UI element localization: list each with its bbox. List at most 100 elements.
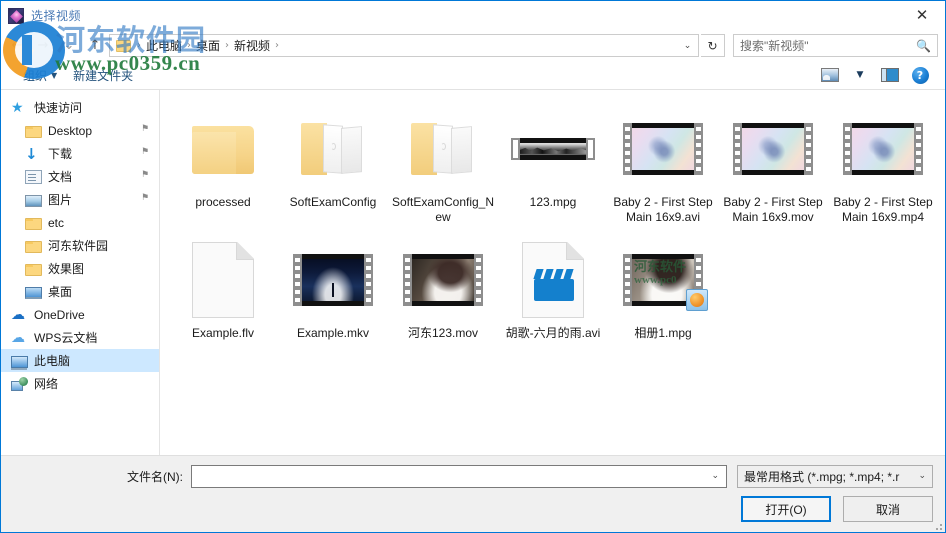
file-name-label: Baby 2 - First Step Main 16x9.mov bbox=[723, 195, 823, 224]
chevron-down-icon[interactable]: ⌄ bbox=[708, 471, 722, 481]
sidebar-item-label: 桌面 bbox=[48, 285, 73, 299]
sidebar-item-11[interactable]: 此电脑 bbox=[1, 349, 159, 372]
file-name-label: 相册1.mpg bbox=[634, 326, 692, 340]
cancel-button[interactable]: 取消 bbox=[843, 496, 933, 522]
pin-icon[interactable]: ⚑ bbox=[141, 147, 150, 158]
sidebar-item-5[interactable]: etc bbox=[1, 211, 159, 234]
sidebar-item-label: Desktop bbox=[48, 123, 93, 138]
sidebar-item-9[interactable]: ☁ OneDrive bbox=[1, 303, 159, 326]
resize-grip[interactable] bbox=[933, 521, 943, 531]
search-input[interactable]: 搜索"新视频" 🔍 bbox=[733, 34, 938, 57]
new-folder-button[interactable]: 新建文件夹 bbox=[65, 64, 141, 87]
search-icon[interactable]: 🔍 bbox=[916, 39, 931, 53]
file-thumbnail: 河东软件 www.pc0 bbox=[623, 237, 708, 323]
file-item[interactable]: Baby 2 - First Step Main 16x9.avi bbox=[608, 102, 718, 233]
pin-icon[interactable]: ⚑ bbox=[141, 193, 150, 204]
star-icon: ★ bbox=[11, 99, 24, 116]
sidebar-item-6[interactable]: 河东软件园 bbox=[1, 234, 159, 257]
file-thumbnail bbox=[843, 106, 923, 192]
sidebar-item-label: 快速访问 bbox=[34, 101, 83, 115]
view-options-dropdown[interactable]: ▼ bbox=[845, 63, 875, 87]
sidebar-item-0[interactable]: ★ 快速访问 bbox=[1, 96, 159, 119]
desktop-icon bbox=[25, 286, 42, 299]
filename-label: 文件名(N): bbox=[127, 469, 183, 484]
navigation-pane: ★ 快速访问 Desktop ⚑ ↓ 下载 ⚑ 文档 ⚑ 图片 ⚑ etc 河东软件园 效果图 桌面 ☁ One… bbox=[1, 90, 160, 455]
sidebar-item-12[interactable]: 网络 bbox=[1, 372, 159, 395]
breadcrumb-item-new-video[interactable]: 新视频 bbox=[231, 37, 273, 54]
filename-row: 文件名(N): ⌄ 最常用格式 (*.mpg; *.mp4; *.r ⌄ bbox=[1, 456, 945, 496]
generic-file-icon bbox=[192, 242, 254, 318]
file-item[interactable]: Example.flv bbox=[168, 233, 278, 349]
file-name-label: SoftExamConfig bbox=[289, 195, 377, 209]
chevron-down-icon[interactable]: ▼ bbox=[51, 71, 65, 80]
file-thumbnail bbox=[733, 106, 813, 192]
organize-button[interactable]: 组织 bbox=[15, 64, 55, 87]
video-thumbnail bbox=[511, 138, 595, 160]
file-name-label: Baby 2 - First Step Main 16x9.mp4 bbox=[833, 195, 933, 224]
view-options-button[interactable] bbox=[815, 63, 845, 87]
file-item[interactable]: 123.mpg bbox=[498, 102, 608, 233]
file-item[interactable]: SoftExamConfig bbox=[278, 102, 388, 233]
pin-icon[interactable]: ⚑ bbox=[141, 124, 150, 135]
forward-button[interactable]: → bbox=[31, 34, 55, 58]
sidebar-item-10[interactable]: ☁ WPS云文档 bbox=[1, 326, 159, 349]
video-thumbnail bbox=[843, 123, 923, 175]
breadcrumb-item-desktop[interactable]: 桌面 bbox=[193, 37, 223, 54]
sidebar-item-label: 网络 bbox=[34, 377, 59, 391]
command-toolbar: 组织 ▼ 新建文件夹 ▼ ? bbox=[1, 61, 945, 90]
toolbar-right-group: ▼ ? bbox=[815, 63, 945, 87]
thumb-watermark-url: www.pc0 bbox=[634, 274, 677, 286]
sidebar-item-2[interactable]: ↓ 下载 ⚑ bbox=[1, 142, 159, 165]
file-type-filter-select[interactable]: 最常用格式 (*.mpg; *.mp4; *.r ⌄ bbox=[737, 464, 933, 488]
sidebar-item-label: 效果图 bbox=[48, 262, 85, 276]
open-button[interactable]: 打开(O) bbox=[741, 496, 831, 522]
file-item[interactable]: 胡歌-六月的雨.avi bbox=[498, 233, 608, 349]
file-list-pane[interactable]: processed SoftExamConfig SoftExamConfig_Ne… bbox=[160, 90, 945, 455]
file-item[interactable]: processed bbox=[168, 102, 278, 233]
pin-icon[interactable]: ⚑ bbox=[141, 170, 150, 181]
sidebar-item-label: OneDrive bbox=[34, 307, 85, 322]
help-button[interactable]: ? bbox=[905, 63, 935, 87]
this-pc-icon bbox=[11, 355, 28, 370]
file-name-label: Example.mkv bbox=[296, 326, 370, 340]
file-type-filter-value: 最常用格式 (*.mpg; *.mp4; *.r bbox=[744, 469, 900, 484]
up-button[interactable]: ↑ bbox=[83, 34, 107, 58]
filename-input[interactable]: ⌄ bbox=[191, 464, 727, 488]
sidebar-item-3[interactable]: 文档 ⚑ bbox=[1, 165, 159, 188]
breadcrumb-separator: › bbox=[275, 40, 280, 51]
thumb-watermark-text: 河东软件 bbox=[634, 259, 687, 274]
preview-pane-button[interactable] bbox=[875, 63, 905, 87]
sidebar-item-label: etc bbox=[48, 215, 65, 230]
file-item[interactable]: 河东123.mov bbox=[388, 233, 498, 349]
file-thumbnail bbox=[411, 106, 475, 192]
file-item[interactable]: Baby 2 - First Step Main 16x9.mp4 bbox=[828, 102, 938, 233]
dialog-body: ★ 快速访问 Desktop ⚑ ↓ 下载 ⚑ 文档 ⚑ 图片 ⚑ etc 河东软件园 效果图 桌面 ☁ One… bbox=[1, 90, 945, 455]
back-button[interactable]: ← bbox=[5, 34, 29, 58]
recent-locations-button[interactable]: ⌄ bbox=[57, 34, 81, 58]
video-thumbnail bbox=[403, 254, 483, 306]
sidebar-item-7[interactable]: 效果图 bbox=[1, 257, 159, 280]
file-item[interactable]: Baby 2 - First Step Main 16x9.mov bbox=[718, 102, 828, 233]
sidebar-item-8[interactable]: 桌面 bbox=[1, 280, 159, 303]
sidebar-item-4[interactable]: 图片 ⚑ bbox=[1, 188, 159, 211]
file-thumbnail bbox=[301, 106, 365, 192]
view-options-icon bbox=[821, 68, 839, 82]
file-open-dialog: 选择视频 ✕ ← → ⌄ ↑ › 此电脑 › 桌面 › 新视频 › ⌄ ↻ 搜索… bbox=[0, 0, 946, 533]
chevron-down-icon[interactable]: ⌄ bbox=[679, 35, 696, 56]
sidebar-item-label: 图片 bbox=[48, 193, 73, 207]
file-item[interactable]: Example.mkv bbox=[278, 233, 388, 349]
breadcrumb-item-this-pc[interactable]: 此电脑 bbox=[143, 37, 185, 54]
file-name-label: processed bbox=[195, 195, 251, 209]
file-item[interactable]: SoftExamConfig_New bbox=[388, 102, 498, 233]
folder-icon bbox=[25, 240, 42, 253]
folder-icon bbox=[192, 124, 254, 174]
sidebar-item-1[interactable]: Desktop ⚑ bbox=[1, 119, 159, 142]
sidebar-item-label: 下载 bbox=[48, 147, 73, 161]
sidebar-item-label: 河东软件园 bbox=[48, 239, 109, 253]
address-bar[interactable]: › 此电脑 › 桌面 › 新视频 › ⌄ bbox=[109, 34, 699, 57]
close-icon[interactable]: ✕ bbox=[899, 1, 945, 29]
file-item[interactable]: 河东软件 www.pc0 相册1.mpg bbox=[608, 233, 718, 349]
breadcrumb-separator: › bbox=[225, 40, 230, 51]
title-bar: 选择视频 ✕ bbox=[1, 1, 945, 30]
refresh-icon[interactable]: ↻ bbox=[701, 34, 725, 57]
